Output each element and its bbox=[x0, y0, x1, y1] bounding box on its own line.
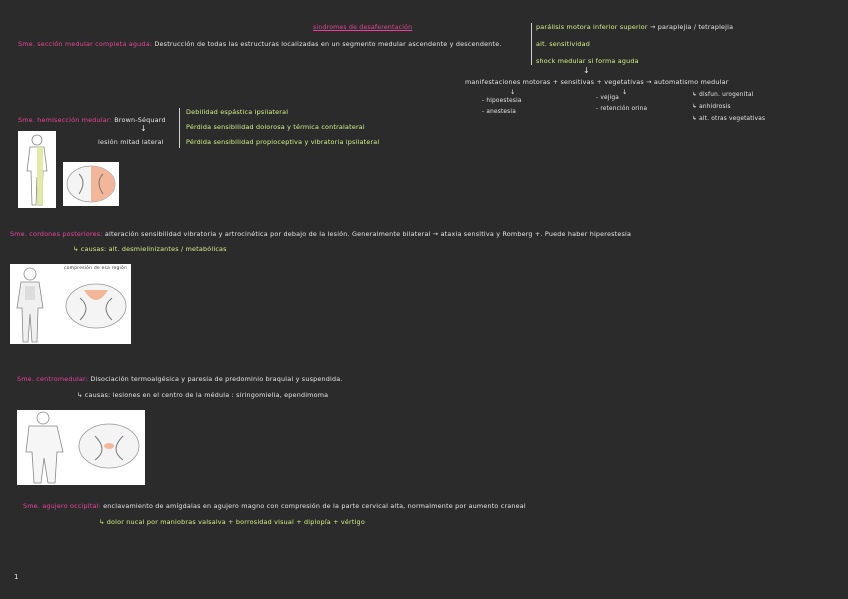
section-occipital-foramen: Sme. agujero occipital: enclavamiento de… bbox=[23, 502, 526, 510]
section-cause: ↳ dolor nucal por maniobras valsalva + b… bbox=[99, 518, 365, 526]
list-item: - hipoestesia bbox=[482, 98, 522, 104]
spinal-section-image bbox=[63, 162, 119, 206]
section-text: enclavamiento de amígdalas en agujero ma… bbox=[103, 502, 526, 510]
manifestations-line: manifestaciones motoras + sensitivas + v… bbox=[465, 78, 729, 86]
page-number: 1 bbox=[14, 573, 19, 581]
section-hemisection: Sme. hemisección medular: Brown-Séquard bbox=[18, 116, 166, 124]
list-item: - retención orina bbox=[596, 106, 648, 112]
page-title: sindromes de desaferentación bbox=[313, 24, 413, 31]
section-label: Sme. cordones posteriores: bbox=[10, 230, 103, 238]
section-label: Sme. agujero occipital: bbox=[23, 502, 101, 510]
list-item: Pérdida sensibilidad dolorosa y térmica … bbox=[186, 123, 365, 131]
posterior-cords-figure-image bbox=[10, 264, 131, 344]
body-figure-image bbox=[18, 131, 56, 208]
note-text: parálisis motora inferior superior bbox=[536, 23, 648, 31]
shock-note: shock medular si forma aguda bbox=[536, 57, 639, 65]
section-complete-lesion: Sme. sección medular completa aguda: Des… bbox=[18, 40, 502, 48]
section-centromedullary: Sme. centromedular: Disociación termoalg… bbox=[17, 375, 343, 383]
section-cause: ↳ causas: alt. desmielinizantes / metabó… bbox=[73, 245, 227, 253]
section-text: Destrucción de todas las estructuras loc… bbox=[154, 40, 502, 48]
sensitivity-note: alt. sensitividad bbox=[536, 40, 590, 48]
section-cause: ↳ causas: lesiones en el centro de la mé… bbox=[77, 391, 329, 399]
down-arrow: ↓ bbox=[510, 88, 516, 96]
section-label: Sme. sección medular completa aguda: bbox=[18, 40, 153, 48]
section-label: Sme. hemisección medular: bbox=[18, 116, 112, 124]
list-item: Debilidad espástica ipsilateral bbox=[186, 108, 289, 116]
section-label: Sme. centromedular: bbox=[17, 375, 89, 383]
down-arrow: ↓ bbox=[583, 66, 590, 75]
section-tag: Brown-Séquard bbox=[114, 116, 166, 124]
note-text: → paraplejia / tetraplejia bbox=[649, 23, 734, 31]
list-item: Pérdida sensibilidad propioceptiva y vib… bbox=[186, 138, 380, 146]
section-subtext: lesión mitad lateral bbox=[98, 138, 164, 146]
list-item: - anestesia bbox=[482, 109, 516, 115]
section-text: alteración sensibilidad vibratoria y art… bbox=[104, 230, 632, 238]
list-item: ↳ anhidrosis bbox=[692, 104, 731, 110]
list-item: ↳ alt. otras vegetativas bbox=[692, 116, 766, 122]
figure-caption: compresión de esa región bbox=[64, 266, 128, 271]
section-posterior-cords: Sme. cordones posteriores: alteración se… bbox=[10, 230, 631, 238]
down-arrow: ↓ bbox=[622, 88, 628, 96]
centromedullary-figure-image bbox=[17, 410, 145, 485]
down-arrow: ↓ bbox=[140, 124, 147, 133]
list-item: - vejiga bbox=[596, 95, 619, 101]
list-item: ↳ disfun. urogenital bbox=[692, 92, 754, 98]
motor-paralysis-note: parálisis motora inferior superior → par… bbox=[536, 23, 733, 31]
section-text: Disociación termoalgésica y paresia de p… bbox=[90, 375, 343, 383]
